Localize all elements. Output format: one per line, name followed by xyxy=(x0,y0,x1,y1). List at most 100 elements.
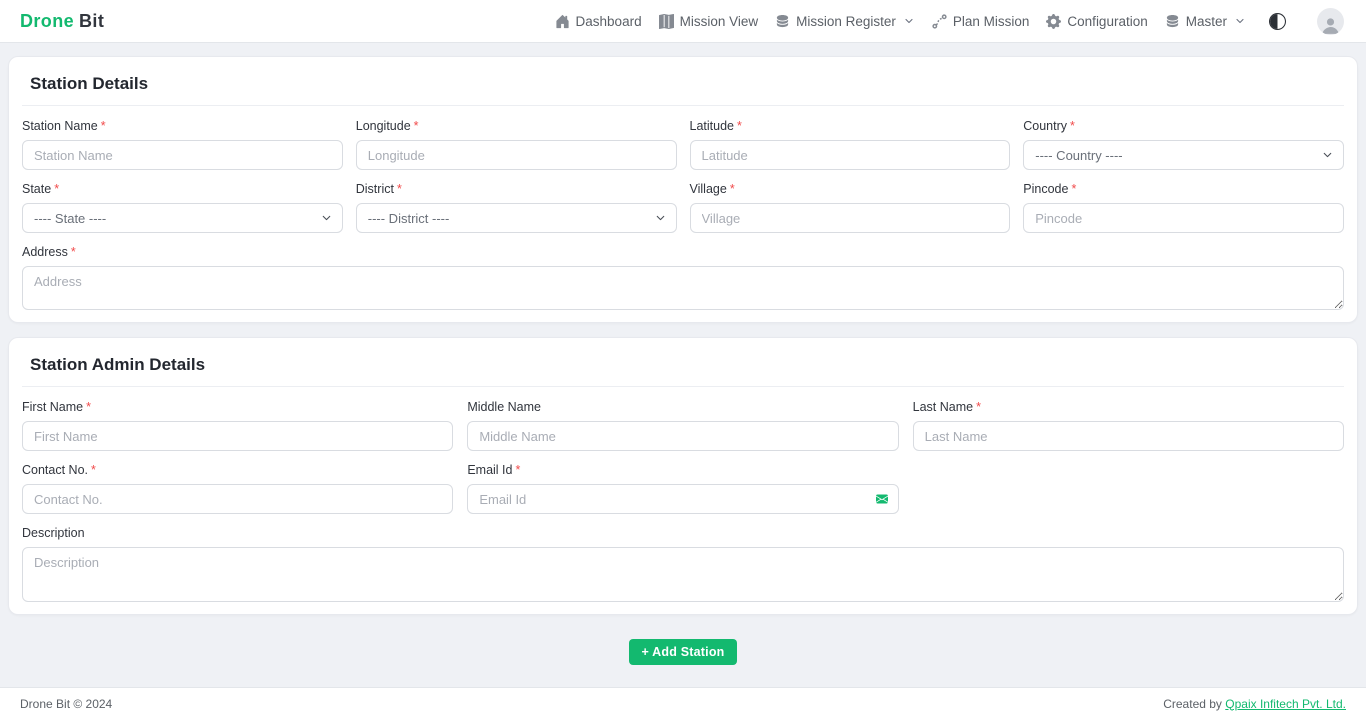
email-input-wrap xyxy=(467,484,898,514)
page: Drone Bit Dashboard Mission View Mission… xyxy=(0,0,1366,719)
village-label: Village* xyxy=(690,182,1011,196)
label-text: Pincode xyxy=(1023,182,1068,196)
label-text: Station Name xyxy=(22,119,98,133)
top-navbar: Drone Bit Dashboard Mission View Mission… xyxy=(0,0,1366,43)
field-contact-no: Contact No.* xyxy=(22,463,453,514)
user-avatar[interactable] xyxy=(1317,8,1344,35)
chevron-down-icon xyxy=(1234,15,1246,27)
field-district: District* ---- District ---- xyxy=(356,182,677,233)
station-details-card: Station Details Station Name* Longitude*… xyxy=(8,56,1358,323)
required-asterisk: * xyxy=(397,182,402,196)
field-pincode: Pincode* xyxy=(1023,182,1344,233)
brand-logo[interactable]: Drone Bit xyxy=(20,11,104,32)
label-text: Email Id xyxy=(467,463,512,477)
station-admin-card: Station Admin Details First Name* Middle… xyxy=(8,337,1358,615)
middle-name-input[interactable] xyxy=(467,421,898,451)
address-textarea[interactable] xyxy=(22,266,1344,310)
last-name-input[interactable] xyxy=(913,421,1344,451)
add-station-button[interactable]: + Add Station xyxy=(629,639,736,665)
nav-plan-mission[interactable]: Plan Mission xyxy=(932,14,1030,29)
district-select[interactable]: ---- District ---- xyxy=(356,203,677,233)
state-select-wrap: ---- State ---- xyxy=(22,203,343,233)
theme-toggle-icon[interactable] xyxy=(1269,13,1286,30)
field-last-name: Last Name* xyxy=(913,400,1344,451)
field-station-name: Station Name* xyxy=(22,119,343,170)
field-description: Description xyxy=(22,526,1344,602)
field-middle-name: Middle Name xyxy=(467,400,898,451)
main-nav: Dashboard Mission View Mission Register … xyxy=(555,8,1344,35)
station-details-title: Station Details xyxy=(22,72,1344,105)
first-name-label: First Name* xyxy=(22,400,453,414)
nav-label: Master xyxy=(1186,14,1227,29)
field-country: Country* ---- Country ---- xyxy=(1023,119,1344,170)
email-id-input[interactable] xyxy=(467,484,898,514)
label-text: Country xyxy=(1023,119,1067,133)
contact-no-input[interactable] xyxy=(22,484,453,514)
longitude-input[interactable] xyxy=(356,140,677,170)
field-longitude: Longitude* xyxy=(356,119,677,170)
divider xyxy=(22,386,1344,387)
country-select-wrap: ---- Country ---- xyxy=(1023,140,1344,170)
nav-label: Mission View xyxy=(680,14,759,29)
required-asterisk: * xyxy=(101,119,106,133)
action-row: + Add Station xyxy=(8,639,1358,665)
qpaix-link[interactable]: Qpaix Infitech Pvt. Ltd. xyxy=(1225,697,1346,711)
station-admin-row-1: First Name* Middle Name Last Name* xyxy=(22,400,1344,451)
station-admin-title: Station Admin Details xyxy=(22,353,1344,386)
description-textarea[interactable] xyxy=(22,547,1344,602)
map-icon xyxy=(659,14,674,29)
layers-icon xyxy=(1165,14,1180,29)
footer: Drone Bit © 2024 Created by Qpaix Infite… xyxy=(0,687,1366,719)
required-asterisk: * xyxy=(737,119,742,133)
footer-credit: Created by Qpaix Infitech Pvt. Ltd. xyxy=(1163,697,1346,711)
nav-label: Plan Mission xyxy=(953,14,1030,29)
field-latitude: Latitude* xyxy=(690,119,1011,170)
required-asterisk: * xyxy=(71,245,76,259)
contact-no-label: Contact No.* xyxy=(22,463,453,477)
station-name-input[interactable] xyxy=(22,140,343,170)
country-select[interactable]: ---- Country ---- xyxy=(1023,140,1344,170)
required-asterisk: * xyxy=(91,463,96,477)
footer-created-by: Created by xyxy=(1163,697,1222,711)
required-asterisk: * xyxy=(1071,182,1076,196)
brand-secondary: Bit xyxy=(79,11,104,32)
divider xyxy=(22,105,1344,106)
route-icon xyxy=(932,14,947,29)
nav-label: Configuration xyxy=(1067,14,1147,29)
database-icon xyxy=(775,14,790,29)
label-text: Middle Name xyxy=(467,400,541,414)
required-asterisk: * xyxy=(86,400,91,414)
nav-configuration[interactable]: Configuration xyxy=(1046,14,1147,29)
nav-master[interactable]: Master xyxy=(1165,14,1246,29)
label-text: Village xyxy=(690,182,727,196)
nav-dashboard[interactable]: Dashboard xyxy=(555,14,642,29)
station-details-row-2: State* ---- State ---- District* ---- Di… xyxy=(22,182,1344,233)
gear-icon xyxy=(1046,14,1061,29)
latitude-input[interactable] xyxy=(690,140,1011,170)
home-icon xyxy=(555,14,570,29)
field-state: State* ---- State ---- xyxy=(22,182,343,233)
nav-mission-view[interactable]: Mission View xyxy=(659,14,759,29)
state-label: State* xyxy=(22,182,343,196)
empty-cell xyxy=(913,463,1344,514)
village-input[interactable] xyxy=(690,203,1011,233)
state-select[interactable]: ---- State ---- xyxy=(22,203,343,233)
email-verify-icon[interactable] xyxy=(875,493,889,505)
label-text: District xyxy=(356,182,394,196)
label-text: Longitude xyxy=(356,119,411,133)
main-content: Station Details Station Name* Longitude*… xyxy=(0,43,1366,687)
pincode-input[interactable] xyxy=(1023,203,1344,233)
middle-name-label: Middle Name xyxy=(467,400,898,414)
label-text: Last Name xyxy=(913,400,973,414)
description-label: Description xyxy=(22,526,1344,540)
nav-mission-register[interactable]: Mission Register xyxy=(775,14,915,29)
chevron-down-icon xyxy=(903,15,915,27)
first-name-input[interactable] xyxy=(22,421,453,451)
last-name-label: Last Name* xyxy=(913,400,1344,414)
station-details-row-1: Station Name* Longitude* Latitude* Count… xyxy=(22,119,1344,170)
station-name-label: Station Name* xyxy=(22,119,343,133)
longitude-label: Longitude* xyxy=(356,119,677,133)
nav-label: Mission Register xyxy=(796,14,896,29)
required-asterisk: * xyxy=(730,182,735,196)
field-first-name: First Name* xyxy=(22,400,453,451)
